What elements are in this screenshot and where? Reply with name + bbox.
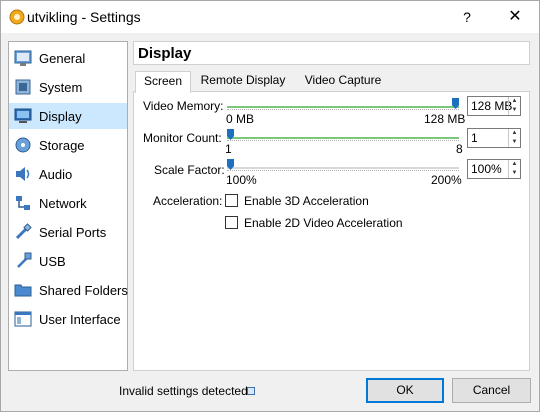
monitor-count-ticks [227, 140, 459, 144]
stepper-up-icon[interactable]: ▲ [509, 160, 520, 169]
window-title: utvikling - Settings [27, 9, 141, 25]
sidebar-item-label: General [39, 51, 86, 66]
user-interface-icon [14, 311, 32, 327]
page-title: Display [138, 45, 192, 62]
sidebar-item-general[interactable]: General [9, 45, 127, 71]
video-memory-label: Video Memory: [143, 99, 224, 113]
sidebar-item-label: Display [39, 109, 82, 124]
shared-folders-icon [14, 284, 32, 297]
sidebar-item-usb[interactable]: USB [9, 248, 127, 274]
serial-ports-icon [15, 223, 32, 240]
app-icon [9, 9, 25, 25]
storage-icon [15, 137, 31, 153]
title-bar[interactable]: utvikling - Settings ? ✕ [1, 1, 539, 33]
video-memory-spinbox[interactable]: 128 MB ▲ ▼ [467, 96, 521, 116]
monitor-count-track [227, 137, 459, 139]
monitor-count-label: Monitor Count: [143, 131, 222, 145]
video-memory-track [227, 106, 459, 108]
sidebar-item-user-interface[interactable]: User Interface [9, 306, 127, 332]
monitor-count-spinbox[interactable]: 1 ▲ ▼ [467, 128, 521, 148]
sidebar-item-network[interactable]: Network [9, 190, 127, 216]
sidebar-item-shared-folders[interactable]: Shared Folders [9, 277, 128, 303]
settings-sidebar: General System Display Storage Audio Net… [8, 41, 128, 371]
acceleration-label: Acceleration: [153, 194, 223, 208]
system-icon [15, 79, 31, 95]
stepper-up-icon[interactable]: ▲ [509, 129, 520, 138]
tab-remote-display[interactable]: Remote Display [195, 71, 291, 91]
usb-icon [17, 252, 32, 268]
section-header: Display [133, 41, 530, 65]
scale-factor-track [227, 167, 459, 169]
monitor-count-min-label: 1 [225, 142, 232, 156]
monitor-count-stepper[interactable]: ▲ ▼ [508, 129, 520, 147]
scale-factor-value: 100% [471, 162, 502, 176]
cancel-button[interactable]: Cancel [452, 378, 531, 403]
stepper-down-icon[interactable]: ▼ [509, 106, 520, 115]
ok-button[interactable]: OK [366, 378, 444, 403]
scale-factor-stepper[interactable]: ▲ ▼ [508, 160, 520, 178]
video-memory-max-label: 128 MB [424, 112, 466, 126]
status-message: Invalid settings detected [119, 384, 248, 398]
tab-screen[interactable]: Screen [135, 71, 191, 93]
display-icon [14, 108, 32, 123]
sidebar-item-audio[interactable]: Audio [9, 161, 127, 187]
monitor-count-value: 1 [471, 131, 478, 145]
scale-factor-label: Scale Factor: [154, 163, 225, 177]
enable-3d-acceleration-checkbox[interactable] [225, 194, 238, 207]
sidebar-item-serial-ports[interactable]: Serial Ports [9, 219, 127, 245]
network-icon [16, 196, 30, 210]
video-memory-value: 128 MB [471, 99, 513, 113]
help-button[interactable]: ? [457, 7, 477, 27]
sidebar-item-label: Serial Ports [39, 225, 107, 240]
general-icon [14, 50, 32, 66]
enable-2d-video-acceleration-label[interactable]: Enable 2D Video Acceleration [244, 216, 403, 230]
stepper-down-icon[interactable]: ▼ [509, 138, 520, 147]
sidebar-item-label: System [39, 80, 83, 95]
enable-3d-acceleration-label[interactable]: Enable 3D Acceleration [244, 194, 369, 208]
stepper-up-icon[interactable]: ▲ [509, 97, 520, 106]
sidebar-item-system[interactable]: System [9, 74, 127, 100]
video-memory-stepper[interactable]: ▲ ▼ [508, 97, 520, 115]
tab-video-capture[interactable]: Video Capture [299, 71, 387, 91]
warning-icon[interactable] [247, 387, 255, 395]
sidebar-item-label: Audio [39, 167, 73, 182]
settings-window: utvikling - Settings ? ✕ General System [0, 0, 540, 412]
monitor-count-max-label: 8 [456, 142, 463, 156]
scale-factor-max-label: 200% [431, 173, 462, 187]
sidebar-item-label: User Interface [39, 312, 121, 327]
sidebar-item-label: Storage [39, 138, 85, 153]
close-button[interactable]: ✕ [503, 5, 527, 29]
sidebar-item-label: USB [39, 254, 66, 269]
scale-factor-ticks [227, 170, 459, 174]
scale-factor-spinbox[interactable]: 100% ▲ ▼ [467, 159, 521, 179]
sidebar-item-label: Network [39, 196, 87, 211]
scale-factor-min-label: 100% [226, 173, 257, 187]
audio-icon [16, 167, 30, 181]
sidebar-item-label: Shared Folders [39, 283, 128, 298]
video-memory-min-label: 0 MB [226, 112, 255, 126]
sidebar-item-display[interactable]: Display [9, 103, 127, 129]
enable-2d-video-acceleration-checkbox[interactable] [225, 216, 238, 229]
sidebar-item-storage[interactable]: Storage [9, 132, 127, 158]
stepper-down-icon[interactable]: ▼ [509, 169, 520, 178]
